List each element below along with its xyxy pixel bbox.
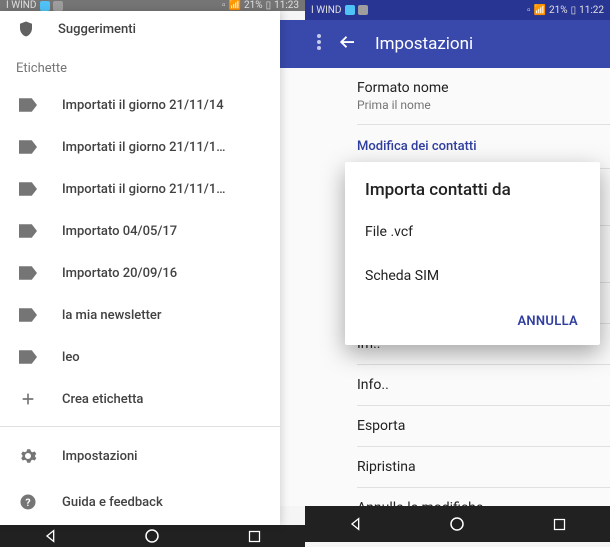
app-bar: Impostazioni	[305, 20, 610, 68]
battery-icon: ▯	[266, 0, 272, 11]
import-dialog: Importa contatti da File .vcf Scheda SIM…	[345, 162, 600, 345]
pref-undo[interactable]: Annulla le modifiche	[357, 488, 610, 506]
create-label[interactable]: Crea etichetta	[0, 378, 280, 420]
label-icon	[18, 263, 38, 283]
label-text: Importati il giorno 21/11/1…	[62, 182, 225, 197]
carrier: I WIND	[311, 5, 342, 16]
cancel-button[interactable]: ANNULLA	[507, 306, 588, 337]
nav-recent[interactable]	[243, 525, 265, 547]
label-icon	[18, 305, 38, 325]
battery: 21%	[244, 0, 263, 11]
label: Suggerimenti	[58, 22, 136, 37]
label-text: Crea etichetta	[62, 392, 143, 407]
lte-icon: ▫	[222, 0, 226, 11]
label-text: Guida e feedback	[62, 495, 163, 510]
label-icon	[18, 221, 38, 241]
back-icon[interactable]	[339, 33, 357, 55]
svg-text:?: ?	[25, 496, 30, 509]
label-item[interactable]: Importato 04/05/17	[0, 210, 280, 252]
status-bar-right: I WIND ▫ 📶 21% ▯ 11:22	[305, 0, 610, 20]
nav-home[interactable]	[446, 513, 468, 535]
nav-bar	[0, 525, 305, 547]
help-icon: ?	[18, 492, 38, 512]
label-icon	[18, 95, 38, 115]
signal-icon: 📶	[229, 0, 241, 11]
suggestions-icon	[16, 19, 36, 39]
battery-icon: ▯	[571, 5, 577, 16]
clock: 11:23	[274, 0, 299, 11]
pref-export[interactable]: Esporta	[357, 406, 610, 447]
label-text: Importato 04/05/17	[62, 224, 177, 239]
drawer-item-help[interactable]: ? Guida e feedback	[0, 479, 280, 525]
label-text: Importati il giorno 21/11/14	[62, 98, 224, 113]
notif-icon	[345, 5, 355, 15]
dialog-title: Importa contatti da	[345, 162, 600, 210]
label-text: Impostazioni	[62, 449, 138, 464]
signal-icon: 📶	[534, 5, 546, 16]
clock: 11:22	[579, 5, 604, 16]
label-item[interactable]: Importati il giorno 21/11/1…	[0, 168, 280, 210]
label-item[interactable]: Importati il giorno 21/11/14	[0, 84, 280, 126]
nav-recent[interactable]	[548, 513, 570, 535]
pref-title: Formato nome	[357, 80, 594, 96]
dialog-option-vcf[interactable]: File .vcf	[345, 210, 600, 254]
notif-icon	[53, 1, 63, 11]
overflow-icon[interactable]	[317, 34, 321, 54]
label-text: la mia newsletter	[62, 308, 161, 323]
label-item[interactable]: leo	[0, 336, 280, 378]
nav-bar	[305, 506, 610, 542]
label-text: leo	[62, 350, 80, 365]
navigation-drawer: Suggerimenti Etichette Importati il gior…	[0, 11, 280, 525]
carrier: I WIND	[6, 0, 37, 11]
label-icon	[18, 137, 38, 157]
label-item[interactable]: la mia newsletter	[0, 294, 280, 336]
notif-icon	[40, 1, 50, 11]
plus-icon	[18, 389, 38, 409]
label-text: Importato 20/09/16	[62, 266, 177, 281]
nav-back[interactable]	[40, 525, 62, 547]
status-bar-left: I WIND ▫ 📶 21% ▯ 11:23	[0, 0, 305, 11]
notif-icon	[358, 5, 368, 15]
label-item[interactable]: Importato 20/09/16	[0, 252, 280, 294]
dialog-option-sim[interactable]: Scheda SIM	[345, 254, 600, 298]
drawer-item-suggestions[interactable]: Suggerimenti	[0, 11, 280, 47]
pref-sub: Prima il nome	[357, 98, 594, 112]
label-icon	[18, 347, 38, 367]
pref-name-format[interactable]: Formato nome Prima il nome	[357, 68, 610, 125]
divider	[0, 426, 280, 427]
pref-restore[interactable]: Ripristina	[357, 447, 610, 488]
label-text: Importati il giorno 21/11/1…	[62, 140, 225, 155]
section-header: Etichette	[0, 47, 280, 84]
drawer-item-settings[interactable]: Impostazioni	[0, 433, 280, 479]
page-title: Impostazioni	[375, 34, 473, 54]
nav-home[interactable]	[141, 525, 163, 547]
nav-back[interactable]	[345, 513, 367, 535]
label-icon	[18, 179, 38, 199]
label-item[interactable]: Importati il giorno 21/11/1…	[0, 126, 280, 168]
pref-item[interactable]: Info..	[357, 365, 610, 406]
lte-icon: ▫	[527, 5, 531, 16]
battery: 21%	[549, 5, 568, 16]
gear-icon	[18, 446, 38, 466]
